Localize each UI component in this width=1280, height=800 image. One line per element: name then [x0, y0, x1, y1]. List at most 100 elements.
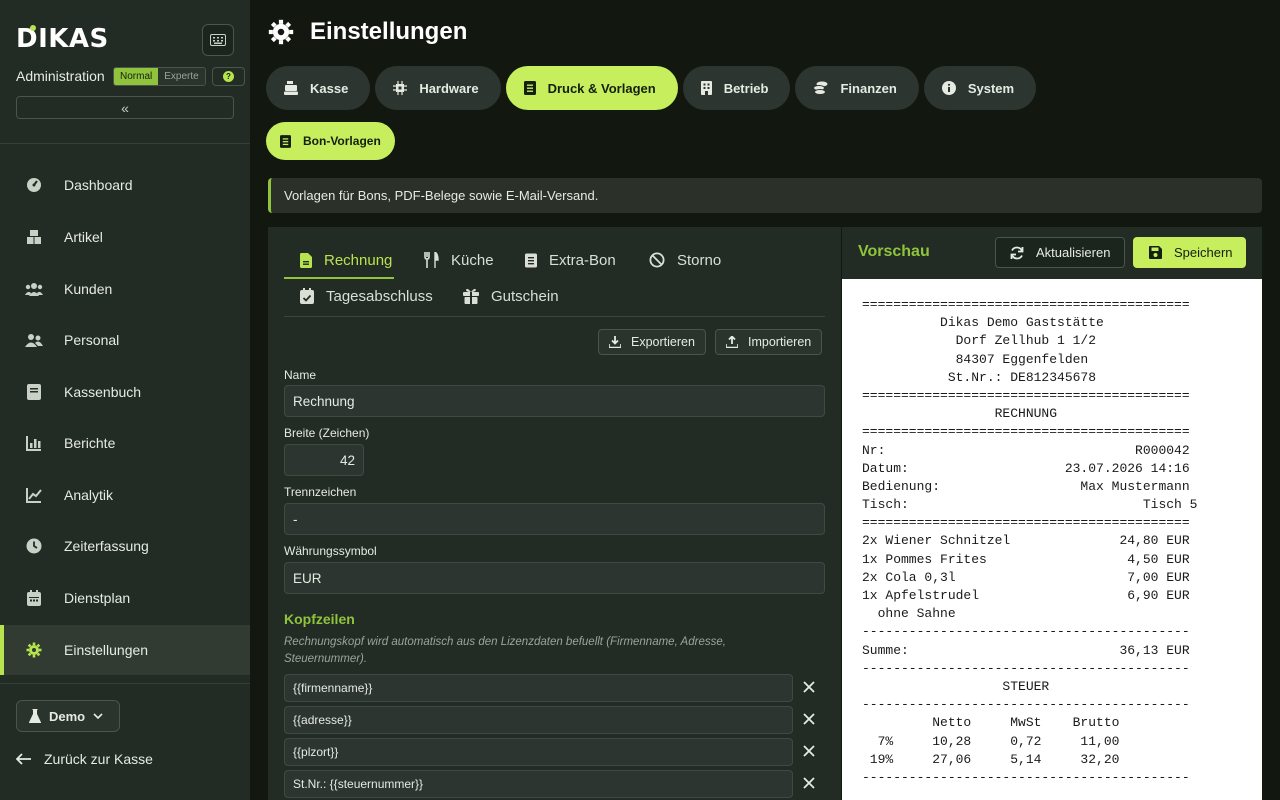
tpl-tab-label: Gutschein — [491, 287, 559, 305]
nav-item-dashboard[interactable]: Dashboard — [0, 160, 250, 210]
template-tabs: Rechnung Küche Extra-Bon Storno Tagesabs… — [284, 243, 825, 317]
tpl-tab-label: Rechnung — [324, 251, 393, 269]
collapse-sidebar-button[interactable]: « — [16, 96, 234, 119]
page-title: Einstellungen — [310, 18, 468, 45]
receipt-icon — [525, 253, 537, 267]
receipt-line: Tisch: Tisch 5 — [862, 497, 1198, 513]
settings-tabs: Kasse Hardware Druck & Vorlagen Betrieb … — [266, 66, 1037, 110]
nav-item-artikel[interactable]: Artikel — [0, 212, 250, 262]
receipt-line: 2x Cola 0,3l 7,00 EUR — [862, 569, 1190, 585]
receipt-line: ohne Sahne — [862, 606, 956, 622]
export-label: Exportieren — [631, 335, 695, 349]
currency-input[interactable]: EUR — [284, 562, 825, 594]
tab-label: Druck & Vorlagen — [547, 80, 656, 96]
divider — [0, 143, 250, 144]
tpl-tab-gutschein[interactable]: Gutschein — [463, 279, 559, 313]
nav-item-einstellungen[interactable]: Einstellungen — [0, 625, 250, 675]
nav-item-kunden[interactable]: Kunden — [0, 264, 250, 314]
width-input[interactable]: 42 — [284, 444, 364, 476]
nav-item-zeiterfassung[interactable]: Zeiterfassung — [0, 521, 250, 571]
mode-expert-option[interactable]: Experte — [158, 68, 205, 85]
save-label: Speichern — [1174, 245, 1233, 260]
header-line-input[interactable]: {{firmenname}} — [284, 674, 793, 702]
logo-dot — [30, 25, 36, 31]
demo-dropdown[interactable]: Demo — [16, 700, 120, 732]
header-line-row: {{firmenname}} — [284, 674, 825, 702]
name-input[interactable]: Rechnung — [284, 385, 825, 417]
remove-line-button[interactable] — [802, 744, 816, 758]
remove-line-button[interactable] — [802, 776, 816, 790]
gift-icon — [463, 288, 479, 304]
import-label: Importieren — [748, 335, 812, 349]
receipt-line: STEUER — [862, 678, 1050, 694]
help-button[interactable]: ? — [212, 67, 245, 86]
tpl-tab-rechnung[interactable]: Rechnung — [284, 243, 394, 279]
separator-label: Trennzeichen — [284, 485, 357, 499]
receipt-line: 1x Pommes Frites 4,50 EUR — [862, 551, 1190, 567]
nav-item-dienstplan[interactable]: Dienstplan — [0, 573, 250, 623]
receipt-line: Datum: 23.07.2026 14:16 — [862, 460, 1190, 476]
preview-title: Vorschau — [858, 243, 930, 260]
export-button[interactable]: Exportieren — [598, 329, 706, 355]
nav-item-personal[interactable]: Personal — [0, 315, 250, 365]
receipt-line: Bedienung: Max Mustermann — [862, 478, 1190, 494]
mode-toggle[interactable]: Normal Experte — [113, 67, 206, 86]
nav-item-kassenbuch[interactable]: Kassenbuch — [0, 367, 250, 417]
close-icon — [803, 777, 815, 789]
tab-betrieb[interactable]: Betrieb — [682, 66, 791, 110]
tpl-tab-kueche[interactable]: Küche — [424, 243, 494, 277]
tab-kasse[interactable]: Kasse — [266, 66, 371, 110]
receipt-line: ========================================… — [862, 387, 1190, 403]
nav-item-berichte[interactable]: Berichte — [0, 418, 250, 468]
nav-item-analytik[interactable]: Analytik — [0, 470, 250, 520]
tab-finanzen[interactable]: Finanzen — [795, 66, 919, 110]
nav-label: Einstellungen — [64, 642, 149, 658]
separator-input[interactable]: - — [284, 503, 825, 535]
receipt-line: Dorf Zellhub 1 1/2 — [862, 333, 1097, 349]
mode-normal-option[interactable]: Normal — [114, 68, 159, 85]
nav-label: Kassenbuch — [64, 384, 142, 400]
app-logo: DIKAS — [16, 24, 109, 54]
close-icon — [803, 713, 815, 725]
sidebar: DIKAS Administration Normal Experte ? « … — [0, 0, 250, 800]
template-editor: Rechnung Küche Extra-Bon Storno Tagesabs… — [268, 227, 841, 800]
cash-register-icon — [284, 81, 298, 95]
header-line-input[interactable]: {{plzort}} — [284, 738, 793, 766]
tab-druck-vorlagen[interactable]: Druck & Vorlagen — [505, 66, 678, 110]
tpl-tab-tagesabschluss[interactable]: Tagesabschluss — [300, 279, 433, 313]
import-button[interactable]: Importieren — [715, 329, 823, 355]
receipt-line: Dikas Demo Gaststätte — [862, 315, 1104, 331]
tab-hardware[interactable]: Hardware — [375, 66, 501, 110]
remove-line-button[interactable] — [802, 680, 816, 694]
keyboard-button[interactable] — [202, 24, 234, 56]
tab-label: Kasse — [310, 80, 349, 96]
tpl-tab-storno[interactable]: Storno — [649, 243, 721, 277]
building-icon — [700, 81, 712, 95]
refresh-button[interactable]: Aktualisieren — [995, 237, 1125, 268]
gauge-icon — [25, 176, 43, 194]
nav-label: Dashboard — [64, 177, 133, 193]
header-line-input[interactable]: {{adresse}} — [284, 706, 793, 734]
remove-line-button[interactable] — [802, 712, 816, 726]
users-icon — [25, 280, 43, 298]
subtab-label: Bon-Vorlagen — [303, 134, 381, 148]
tpl-tab-extra-bon[interactable]: Extra-Bon — [525, 243, 616, 277]
header-hint: Rechnungskopf wird automatisch aus den L… — [284, 636, 726, 665]
receipt-line: 19% 27,06 5,14 32,20 — [862, 751, 1120, 767]
admin-label: Administration — [16, 68, 105, 84]
back-to-pos-link[interactable]: Zurück zur Kasse — [16, 751, 153, 767]
divider — [0, 683, 250, 684]
save-button[interactable]: Speichern — [1133, 237, 1246, 268]
tab-system[interactable]: System — [923, 66, 1037, 110]
tpl-tab-label: Tagesabschluss — [326, 287, 433, 305]
chip-icon — [393, 81, 408, 95]
refresh-icon — [1010, 246, 1024, 259]
header-line-input[interactable]: St.Nr.: {{steuernummer}} — [284, 770, 793, 798]
header-line-row: St.Nr.: {{steuernummer}} — [284, 770, 825, 798]
bar-chart-icon — [25, 434, 43, 452]
refresh-label: Aktualisieren — [1036, 245, 1111, 260]
subtab-bon-vorlagen[interactable]: Bon-Vorlagen — [266, 122, 395, 160]
ban-icon — [649, 252, 665, 268]
download-icon — [609, 336, 621, 348]
calendar-icon — [25, 589, 43, 607]
